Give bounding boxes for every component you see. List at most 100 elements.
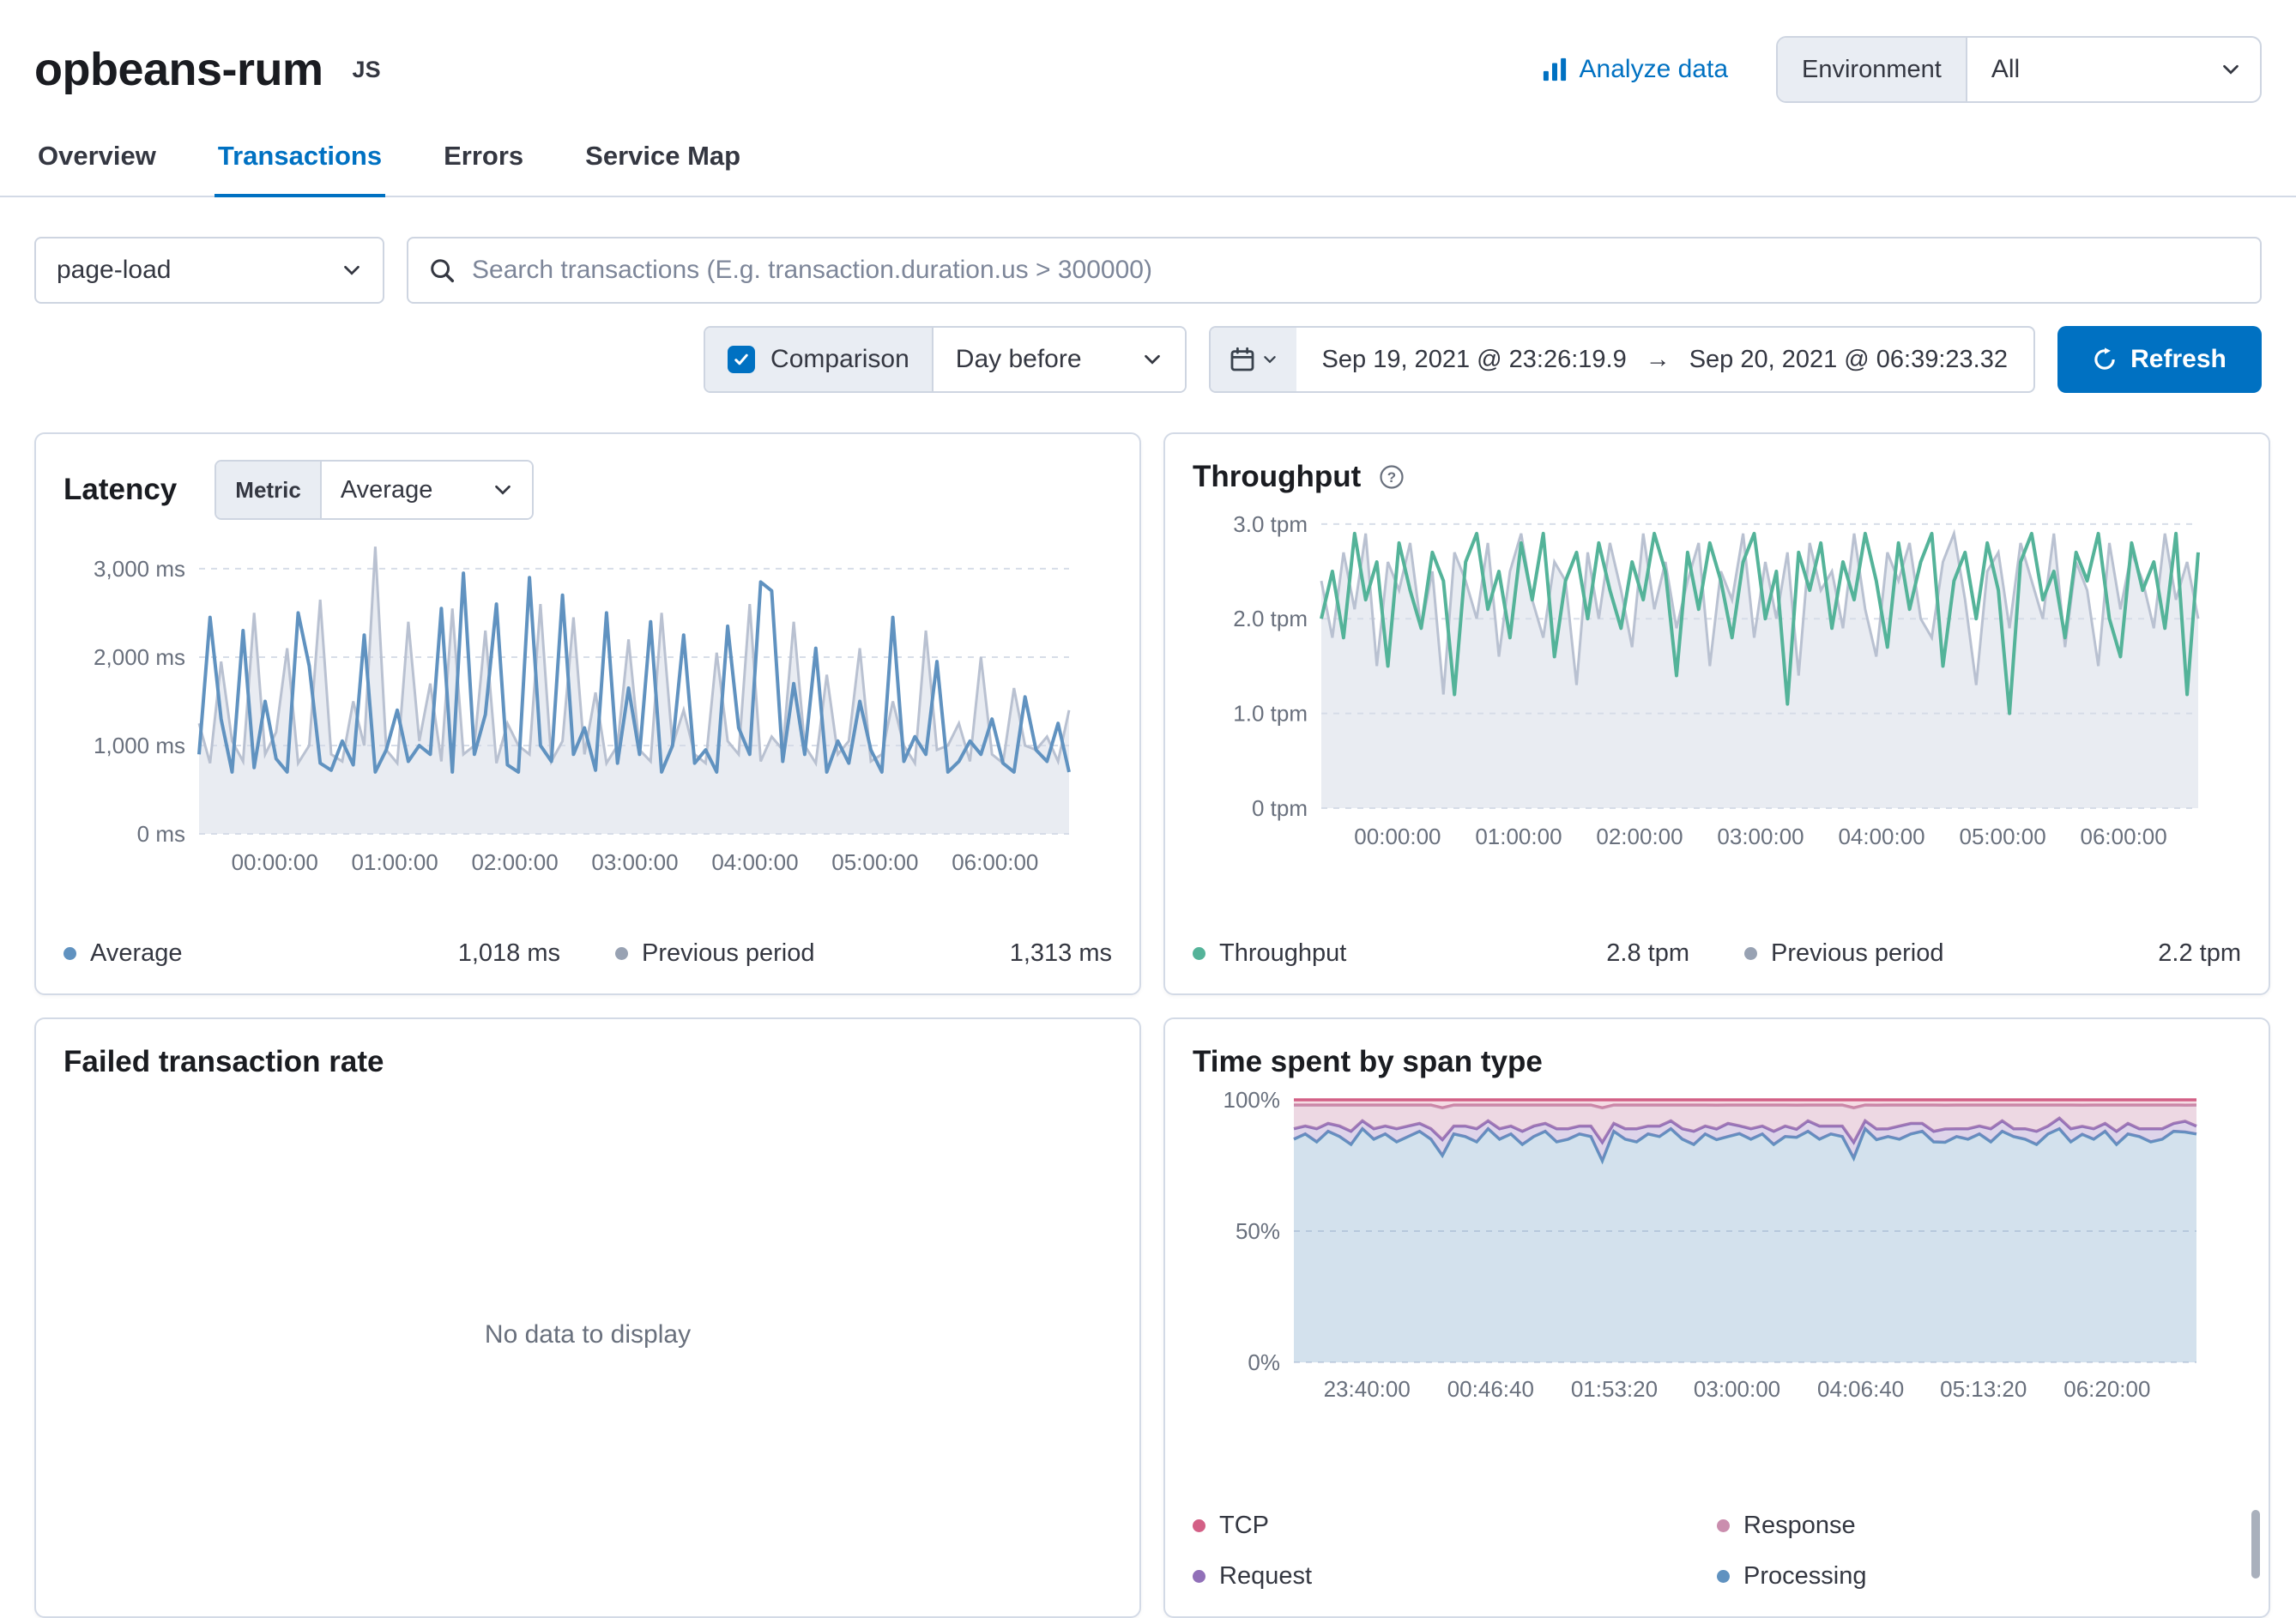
throughput-chart[interactable]: 3.0 tpm2.0 tpm1.0 tpm0 tpm00:00:0001:00:… bbox=[1193, 504, 2241, 851]
svg-text:2,000 ms: 2,000 ms bbox=[94, 644, 185, 670]
legend-scrollbar[interactable] bbox=[2251, 1510, 2260, 1579]
legend-column: Throughput 2.8 tpm bbox=[1193, 939, 1689, 968]
refresh-button[interactable]: Refresh bbox=[2057, 326, 2262, 393]
page-header: opbeans-rum JS Analyze data Environment … bbox=[34, 0, 2262, 103]
search-input[interactable] bbox=[470, 255, 2239, 286]
latency-chart[interactable]: 3,000 ms2,000 ms1,000 ms0 ms00:00:0001:0… bbox=[63, 530, 1112, 877]
analyze-data-link[interactable]: Analyze data bbox=[1542, 55, 1728, 84]
legend-value-throughput: 2.8 tpm bbox=[1606, 939, 1689, 968]
chevron-down-icon bbox=[1142, 349, 1163, 370]
calendar-icon bbox=[1230, 347, 1255, 372]
svg-text:50%: 50% bbox=[1236, 1218, 1280, 1244]
svg-text:3.0 tpm: 3.0 tpm bbox=[1233, 511, 1308, 537]
comparison-period-select[interactable]: Day before bbox=[932, 328, 1185, 391]
date-range-end[interactable]: Sep 20, 2021 @ 06:39:23.32 bbox=[1689, 346, 2008, 374]
timespent-title: Time spent by span type bbox=[1193, 1045, 1543, 1079]
svg-text:?: ? bbox=[1387, 469, 1396, 486]
svg-text:04:06:40: 04:06:40 bbox=[1817, 1376, 1904, 1402]
svg-text:06:00:00: 06:00:00 bbox=[2081, 824, 2167, 849]
failed-rate-title: Failed transaction rate bbox=[63, 1045, 384, 1079]
svg-text:1,000 ms: 1,000 ms bbox=[94, 733, 185, 758]
chevron-down-icon bbox=[1262, 352, 1278, 367]
legend-item-previous-period[interactable]: Previous period bbox=[1744, 939, 1944, 968]
svg-text:23:40:00: 23:40:00 bbox=[1324, 1376, 1411, 1402]
timespent-legend: TCP Response Request Processing bbox=[1193, 1500, 2241, 1591]
svg-text:06:00:00: 06:00:00 bbox=[952, 849, 1038, 875]
svg-text:00:00:00: 00:00:00 bbox=[1354, 824, 1441, 849]
svg-text:06:20:00: 06:20:00 bbox=[2063, 1376, 2150, 1402]
legend-dot-processing bbox=[1717, 1570, 1730, 1583]
legend-item-tcp[interactable]: TCP bbox=[1193, 1512, 1717, 1540]
agent-badge: JS bbox=[353, 57, 381, 83]
legend-item-previous-period[interactable]: Previous period bbox=[615, 939, 815, 968]
legend-dot-throughput bbox=[1193, 947, 1205, 960]
svg-text:05:13:20: 05:13:20 bbox=[1940, 1376, 2027, 1402]
tab-errors[interactable]: Errors bbox=[440, 132, 527, 197]
svg-text:03:00:00: 03:00:00 bbox=[591, 849, 678, 875]
charts-grid: Latency Metric Average 3,000 ms2,000 ms1… bbox=[34, 432, 2262, 1618]
legend-item-average[interactable]: Average bbox=[63, 939, 183, 968]
legend-item-response[interactable]: Response bbox=[1717, 1512, 2241, 1540]
tab-service-map[interactable]: Service Map bbox=[582, 132, 744, 197]
metric-value[interactable]: Average bbox=[322, 462, 533, 518]
legend-column: Previous period 2.2 tpm bbox=[1744, 939, 2241, 968]
tab-overview[interactable]: Overview bbox=[34, 132, 160, 197]
transaction-type-select[interactable]: page-load bbox=[34, 237, 384, 304]
svg-text:03:00:00: 03:00:00 bbox=[1717, 824, 1804, 849]
legend-column: Previous period 1,313 ms bbox=[615, 939, 1112, 968]
latency-panel-header: Latency Metric Average bbox=[63, 460, 1112, 520]
svg-text:03:00:00: 03:00:00 bbox=[1694, 1376, 1780, 1402]
date-range-start[interactable]: Sep 19, 2021 @ 23:26:19.9 bbox=[1322, 346, 1627, 374]
legend-dot-request bbox=[1193, 1570, 1205, 1583]
search-bar bbox=[407, 237, 2262, 304]
latency-title: Latency bbox=[63, 473, 177, 507]
svg-text:00:00:00: 00:00:00 bbox=[232, 849, 318, 875]
tab-transactions[interactable]: Transactions bbox=[214, 132, 385, 197]
legend-dot-previous bbox=[1744, 947, 1757, 960]
analyze-data-label: Analyze data bbox=[1580, 55, 1728, 84]
transaction-type-value: page-load bbox=[57, 256, 171, 285]
help-icon[interactable]: ? bbox=[1378, 463, 1405, 491]
tab-bar: Overview Transactions Errors Service Map bbox=[0, 132, 2296, 197]
comparison-control: Comparison Day before bbox=[704, 326, 1186, 393]
environment-label: Environment bbox=[1778, 38, 1967, 101]
legend-value-previous: 2.2 tpm bbox=[2158, 939, 2241, 968]
failed-rate-panel-header: Failed transaction rate bbox=[63, 1045, 1112, 1079]
refresh-label: Refresh bbox=[2130, 345, 2227, 374]
refresh-icon bbox=[2093, 347, 2117, 371]
time-spent-by-span-type-panel: Time spent by span type 100% 50% 0% 23:40:0… bbox=[1163, 1017, 2270, 1618]
metric-label: Metric bbox=[216, 462, 322, 518]
svg-text:1.0 tpm: 1.0 tpm bbox=[1233, 701, 1308, 727]
svg-text:04:00:00: 04:00:00 bbox=[711, 849, 798, 875]
legend-dot-previous bbox=[615, 947, 628, 960]
no-data-message: No data to display bbox=[63, 1079, 1112, 1591]
apm-transactions-page: opbeans-rum JS Analyze data Environment … bbox=[0, 0, 2296, 1618]
legend-item-processing[interactable]: Processing bbox=[1717, 1562, 2241, 1591]
legend-column: Average 1,018 ms bbox=[63, 939, 560, 968]
failed-transaction-rate-panel: Failed transaction rate No data to displ… bbox=[34, 1017, 1141, 1618]
throughput-legend: Throughput 2.8 tpm Previous period 2.2 t… bbox=[1193, 924, 2241, 968]
environment-select[interactable]: Environment All bbox=[1776, 36, 2262, 103]
svg-text:0%: 0% bbox=[1248, 1349, 1280, 1375]
legend-item-request[interactable]: Request bbox=[1193, 1562, 1717, 1591]
legend-value-previous: 1,313 ms bbox=[1010, 939, 1112, 968]
comparison-label: Comparison bbox=[770, 345, 909, 374]
svg-text:100%: 100% bbox=[1224, 1090, 1281, 1113]
latency-metric-select[interactable]: Metric Average bbox=[214, 460, 534, 520]
comparison-checkbox-group[interactable]: Comparison bbox=[705, 328, 932, 391]
latency-panel: Latency Metric Average 3,000 ms2,000 ms1… bbox=[34, 432, 1141, 995]
timespent-chart[interactable]: 100%50%0%23:40:0000:46:4001:53:2003:00:0… bbox=[1193, 1090, 2241, 1404]
legend-value-average: 1,018 ms bbox=[458, 939, 560, 968]
legend-item-throughput[interactable]: Throughput bbox=[1193, 939, 1346, 968]
bar-chart-icon bbox=[1542, 57, 1568, 82]
date-range-arrow: → bbox=[1646, 346, 1671, 374]
svg-text:01:00:00: 01:00:00 bbox=[1475, 824, 1562, 849]
throughput-panel: Throughput ? 3.0 tpm2.0 tpm1.0 tpm0 tpm0… bbox=[1163, 432, 2270, 995]
comparison-checkbox[interactable] bbox=[728, 346, 755, 373]
svg-text:01:00:00: 01:00:00 bbox=[352, 849, 438, 875]
legend-dot-response bbox=[1717, 1519, 1730, 1532]
latency-legend: Average 1,018 ms Previous period 1,313 m… bbox=[63, 924, 1112, 968]
svg-text:2.0 tpm: 2.0 tpm bbox=[1233, 606, 1308, 631]
chevron-down-icon bbox=[492, 480, 513, 500]
quick-select-button[interactable] bbox=[1211, 328, 1296, 391]
